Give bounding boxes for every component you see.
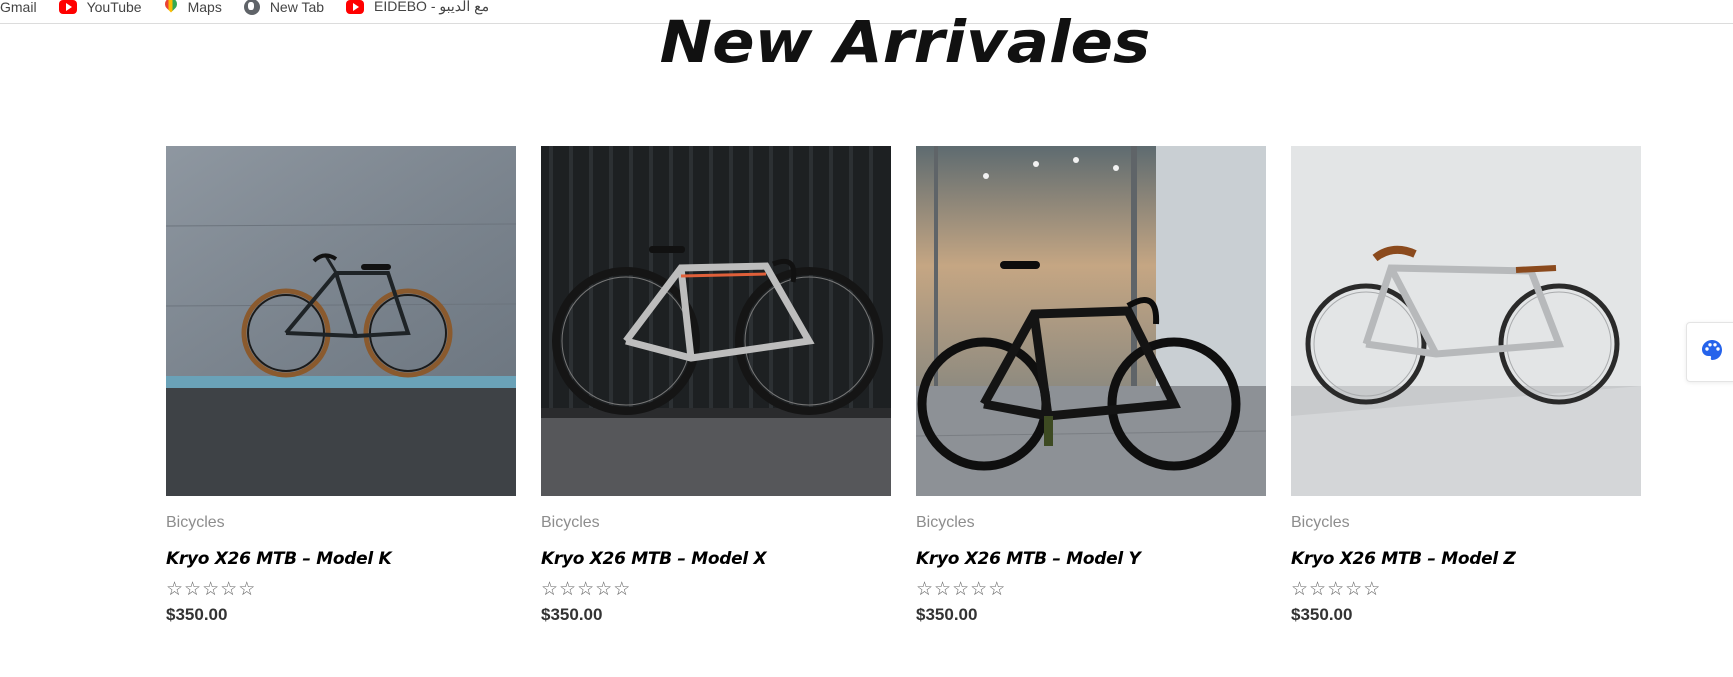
star-outline-icon: ☆ bbox=[220, 578, 238, 600]
product-title[interactable]: Kryo X26 MTB – Model K bbox=[166, 549, 516, 571]
product-image[interactable] bbox=[541, 146, 891, 496]
star-outline-icon: ☆ bbox=[613, 578, 631, 600]
product-title[interactable]: Kryo X26 MTB – Model X bbox=[541, 549, 891, 571]
product-image[interactable] bbox=[166, 146, 516, 496]
product-card[interactable]: Bicycles Kryo X26 MTB – Model Y ☆ ☆ ☆ ☆ … bbox=[916, 146, 1266, 625]
star-outline-icon: ☆ bbox=[238, 578, 256, 600]
star-outline-icon: ☆ bbox=[1309, 578, 1327, 600]
product-price: $350.00 bbox=[541, 605, 603, 624]
star-outline-icon: ☆ bbox=[184, 578, 202, 600]
star-rating: ☆ ☆ ☆ ☆ ☆ bbox=[916, 579, 1266, 599]
star-outline-icon: ☆ bbox=[1327, 578, 1345, 600]
product-category[interactable]: Bicycles bbox=[166, 514, 516, 534]
star-outline-icon: ☆ bbox=[559, 578, 577, 600]
product-card[interactable]: Bicycles Kryo X26 MTB – Model X ☆ ☆ ☆ ☆ … bbox=[541, 146, 891, 625]
product-price: $350.00 bbox=[916, 605, 978, 624]
product-category[interactable]: Bicycles bbox=[541, 514, 891, 534]
product-card[interactable]: Bicycles Kryo X26 MTB – Model K ☆ ☆ ☆ ☆ … bbox=[166, 146, 516, 625]
product-image[interactable] bbox=[916, 146, 1266, 496]
product-category[interactable]: Bicycles bbox=[1291, 514, 1641, 534]
product-image[interactable] bbox=[1291, 146, 1641, 496]
product-category[interactable]: Bicycles bbox=[916, 514, 1266, 534]
star-outline-icon: ☆ bbox=[988, 578, 1006, 600]
star-outline-icon: ☆ bbox=[1291, 578, 1309, 600]
star-outline-icon: ☆ bbox=[970, 578, 988, 600]
product-title[interactable]: Kryo X26 MTB – Model Z bbox=[1291, 549, 1641, 571]
star-outline-icon: ☆ bbox=[1345, 578, 1363, 600]
palette-icon bbox=[1700, 338, 1724, 367]
star-outline-icon: ☆ bbox=[934, 578, 952, 600]
palette-side-tab[interactable] bbox=[1686, 322, 1733, 382]
product-title[interactable]: Kryo X26 MTB – Model Y bbox=[916, 549, 1266, 571]
product-card[interactable]: Bicycles Kryo X26 MTB – Model Z ☆ ☆ ☆ ☆ … bbox=[1291, 146, 1641, 625]
star-rating: ☆ ☆ ☆ ☆ ☆ bbox=[541, 579, 891, 599]
star-outline-icon: ☆ bbox=[202, 578, 220, 600]
star-outline-icon: ☆ bbox=[916, 578, 934, 600]
section-heading: New Arrivales bbox=[659, 8, 1151, 76]
star-rating: ☆ ☆ ☆ ☆ ☆ bbox=[166, 579, 516, 599]
star-outline-icon: ☆ bbox=[595, 578, 613, 600]
star-outline-icon: ☆ bbox=[166, 578, 184, 600]
star-outline-icon: ☆ bbox=[541, 578, 559, 600]
product-price: $350.00 bbox=[1291, 605, 1353, 624]
product-price: $350.00 bbox=[166, 605, 228, 624]
star-rating: ☆ ☆ ☆ ☆ ☆ bbox=[1291, 579, 1641, 599]
product-grid: Bicycles Kryo X26 MTB – Model K ☆ ☆ ☆ ☆ … bbox=[166, 146, 1642, 625]
star-outline-icon: ☆ bbox=[1363, 578, 1381, 600]
star-outline-icon: ☆ bbox=[577, 578, 595, 600]
star-outline-icon: ☆ bbox=[952, 578, 970, 600]
